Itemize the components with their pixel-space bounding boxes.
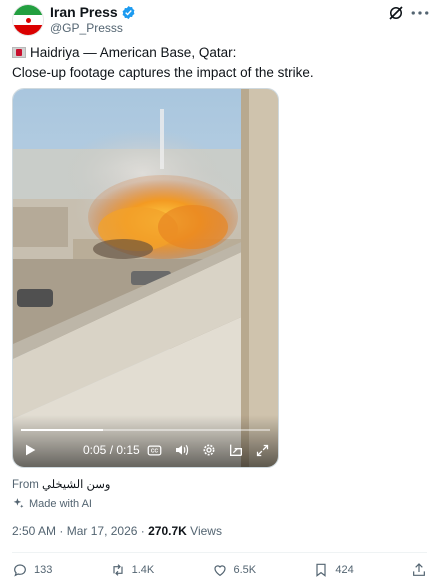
volume-icon[interactable] bbox=[174, 442, 190, 458]
source-name[interactable]: وسن الشيخلي bbox=[42, 479, 110, 491]
emblem-icon bbox=[25, 17, 31, 23]
verified-badge-icon bbox=[121, 5, 136, 20]
reply-count: 133 bbox=[34, 564, 53, 576]
bookmark-button[interactable]: 424 bbox=[313, 562, 354, 578]
video-time: 0:05 / 0:15 bbox=[83, 443, 140, 457]
pip-icon[interactable] bbox=[228, 442, 244, 458]
post-date[interactable]: Mar 17, 2026 bbox=[67, 524, 138, 538]
bookmark-icon bbox=[316, 563, 326, 577]
meta-separator: · bbox=[140, 524, 145, 538]
sparkle-icon bbox=[13, 498, 24, 508]
views-count: 270.7K bbox=[148, 524, 187, 538]
video-controls: 0:05 / 0:15 CC bbox=[13, 415, 278, 467]
settings-icon[interactable] bbox=[201, 442, 217, 458]
meta-separator: · bbox=[59, 524, 64, 538]
repost-icon bbox=[113, 564, 123, 576]
reply-icon bbox=[14, 564, 26, 577]
play-icon[interactable] bbox=[22, 442, 38, 458]
progress-fill bbox=[21, 429, 104, 431]
made-with-ai: Made with AI bbox=[12, 497, 92, 510]
more-icon[interactable] bbox=[409, 4, 431, 22]
action-bar: 133 1.4K 6.5K 424 bbox=[12, 561, 427, 579]
captions-icon[interactable]: CC bbox=[147, 443, 162, 458]
tweet-line-1: Haidriya — American Base, Qatar: bbox=[12, 43, 427, 63]
tweet-line-1-text: Haidriya — American Base, Qatar: bbox=[30, 45, 237, 60]
repost-button[interactable]: 1.4K bbox=[110, 562, 155, 578]
tweet-text: Haidriya — American Base, Qatar: Close-u… bbox=[12, 43, 427, 83]
svg-text:CC: CC bbox=[151, 449, 159, 455]
like-button[interactable]: 6.5K bbox=[212, 562, 257, 578]
reply-button[interactable]: 133 bbox=[12, 562, 52, 578]
divider bbox=[12, 552, 427, 553]
progress-bar[interactable] bbox=[21, 429, 270, 431]
made-with-ai-label: Made with AI bbox=[29, 497, 92, 510]
source-attribution: From وسن الشيخلي bbox=[12, 477, 110, 491]
bookmark-count: 424 bbox=[335, 564, 354, 576]
tweet-line-2: Close-up footage captures the impact of … bbox=[12, 65, 314, 80]
repost-count: 1.4K bbox=[131, 564, 155, 576]
views-label: Views bbox=[190, 524, 222, 538]
heart-icon bbox=[213, 565, 226, 577]
grok-icon[interactable] bbox=[387, 4, 405, 22]
from-label: From bbox=[12, 479, 39, 491]
author-name-row: Iran Press bbox=[50, 4, 136, 20]
avatar[interactable] bbox=[12, 4, 44, 36]
video-player[interactable]: 0:05 / 0:15 CC bbox=[12, 88, 279, 468]
share-button[interactable] bbox=[411, 562, 427, 578]
tweet-meta: 2:50 AM · Mar 17, 2026 · 270.7K Views bbox=[12, 524, 222, 538]
like-count: 6.5K bbox=[233, 564, 257, 576]
display-name[interactable]: Iran Press bbox=[50, 4, 118, 20]
qatar-flag-icon bbox=[12, 47, 26, 58]
video-frame bbox=[13, 89, 278, 467]
post-time[interactable]: 2:50 AM bbox=[12, 524, 56, 538]
fullscreen-icon[interactable] bbox=[255, 443, 270, 458]
share-icon bbox=[413, 563, 425, 576]
handle[interactable]: @GP_Presss bbox=[50, 21, 123, 35]
